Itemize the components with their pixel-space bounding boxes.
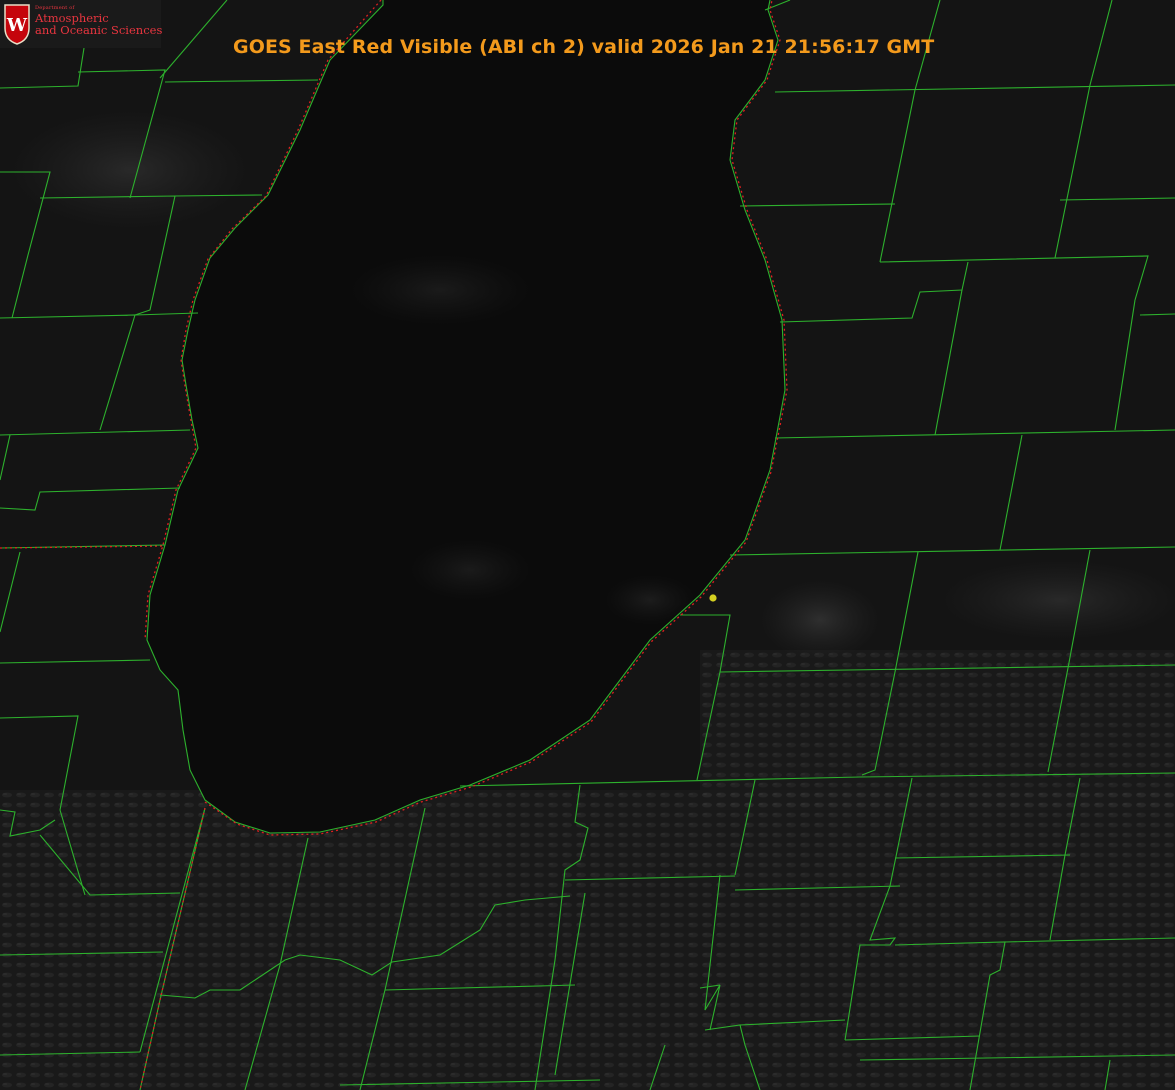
satellite-map bbox=[0, 0, 1175, 1090]
crest-letter: W bbox=[6, 15, 28, 36]
lake-cloud-1 bbox=[350, 255, 530, 325]
image-title: GOES East Red Visible (ABI ch 2) valid 2… bbox=[233, 36, 935, 58]
cloud-patch-e bbox=[760, 580, 880, 660]
logo-line-2: and Oceanic Sciences bbox=[35, 22, 163, 37]
lake-cloud-3 bbox=[605, 575, 695, 625]
satellite-map-viewport: W Department of Atmospheric and Oceanic … bbox=[0, 0, 1175, 1090]
lake-cloud-2 bbox=[410, 540, 530, 600]
uw-aos-logo[interactable]: W Department of Atmospheric and Oceanic … bbox=[0, 0, 162, 48]
uw-crest-icon: W bbox=[4, 4, 30, 45]
location-marker[interactable] bbox=[709, 594, 717, 602]
cloud-patch-se bbox=[940, 560, 1175, 640]
cloud-texture-southeast bbox=[700, 650, 1175, 810]
cloud-texture-south bbox=[0, 790, 1175, 1090]
cloud-patch-nw bbox=[10, 110, 250, 230]
logo-text: Department of Atmospheric and Oceanic Sc… bbox=[35, 6, 162, 36]
